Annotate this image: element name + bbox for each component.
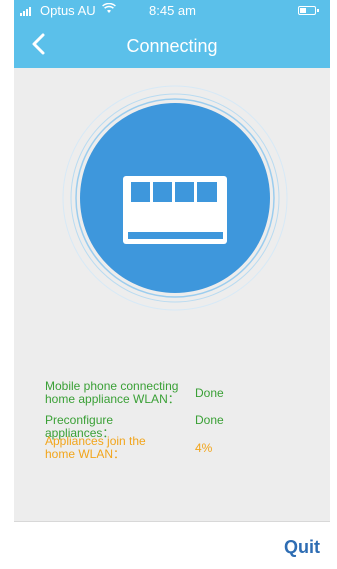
battery-level	[300, 8, 306, 13]
status-value: Done	[195, 386, 224, 400]
air-conditioner-icon	[123, 176, 227, 244]
quit-button[interactable]: Quit	[284, 537, 320, 558]
signal-icon	[20, 6, 31, 16]
status-label: Mobile phone connecting home appliance W…	[45, 379, 180, 406]
status-label: Appliances join the home WLAN：	[45, 434, 146, 461]
wifi-icon	[102, 2, 116, 17]
connecting-illustration	[14, 68, 330, 368]
app-screen: Optus AU 8:45 am Connecting Mobile phone…	[14, 0, 330, 569]
carrier-name: Optus AU	[40, 3, 96, 18]
status-value: 4%	[195, 441, 213, 455]
status-value: Done	[195, 413, 224, 427]
battery-icon	[298, 6, 319, 15]
navigation-bar: Connecting	[14, 20, 330, 68]
clock: 8:45 am	[149, 3, 196, 18]
status-bar: Optus AU 8:45 am	[14, 0, 330, 20]
footer-bar: Quit	[14, 521, 330, 569]
page-title: Connecting	[126, 36, 218, 56]
